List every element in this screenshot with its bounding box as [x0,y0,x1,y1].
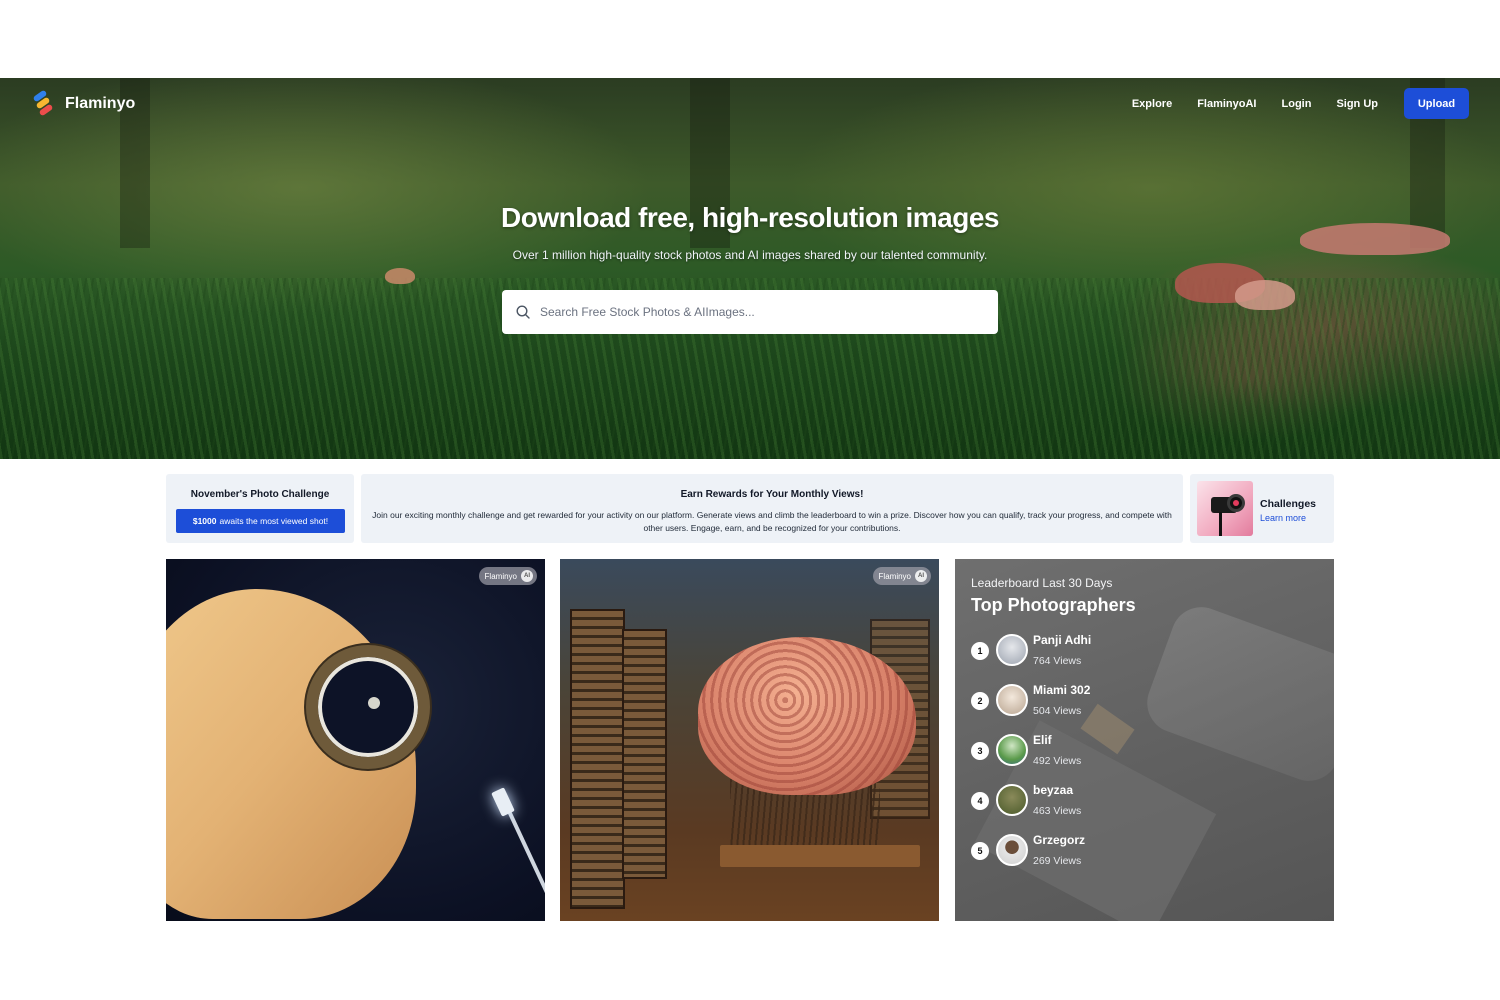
street-lamp-pole [506,808,545,921]
search-input[interactable] [540,305,980,319]
leaderboard-title: Top Photographers [971,595,1136,615]
avatar[interactable] [996,784,1028,816]
rewards-title: Earn Rewards for Your Monthly Views! [680,489,864,500]
photographer-views: 463 Views [1033,805,1082,817]
photographer-views: 504 Views [1033,705,1082,717]
camera-tripod [1219,512,1222,536]
brand-logo[interactable]: Flaminyo [31,89,136,118]
flaminyo-logo-icon [31,89,54,118]
wooden-table-photo-element [720,845,920,867]
pillow-background-element [1138,598,1334,790]
rank-badge: 4 [971,792,989,810]
photo-card-brain-server[interactable]: Flaminyo AI [560,559,939,921]
avatar[interactable] [996,834,1028,866]
nav-signup[interactable]: Sign Up [1336,98,1378,110]
avatar[interactable] [996,684,1028,716]
challenges-learn-more-link[interactable]: Learn more [1260,513,1306,523]
photo-challenge-card: November's Photo Challenge $1000 awaits … [166,474,354,543]
rank-badge: 5 [971,842,989,860]
nav-flaminyoai[interactable]: FlaminyoAI [1197,98,1256,110]
prize-text: awaits the most viewed shot! [219,516,329,526]
avatar[interactable] [996,734,1028,766]
badge-label: Flaminyo [878,571,911,581]
ai-icon: AI [915,570,927,582]
mushroom-cap [1235,280,1295,310]
photographer-name[interactable]: Miami 302 [1033,683,1090,697]
challenges-card[interactable]: Challenges Learn more [1190,474,1334,543]
server-rack [622,629,667,879]
search-bar[interactable] [502,290,998,334]
hero-banner: Flaminyo Explore FlaminyoAI Login Sign U… [0,78,1500,459]
photo-challenge-title: November's Photo Challenge [190,489,330,500]
badge-label: Flaminyo [484,571,517,581]
leaderboard-caption: Leaderboard Last 30 Days [971,576,1113,590]
leaderboard-card: Leaderboard Last 30 Days Top Photographe… [955,559,1334,921]
photographer-name[interactable]: beyzaa [1033,783,1073,797]
photographer-views: 764 Views [1033,655,1082,667]
rewards-card: Earn Rewards for Your Monthly Views! Joi… [361,474,1183,543]
photographer-name[interactable]: Grzegorz [1033,833,1085,847]
ai-icon: AI [521,570,533,582]
search-icon [516,305,530,319]
server-rack [570,609,625,909]
top-navigation: Explore FlaminyoAI Login Sign Up Upload [1132,88,1469,119]
camera-lens [1227,494,1245,512]
hero-subtitle: Over 1 million high-quality stock photos… [512,248,988,262]
rank-badge: 2 [971,692,989,710]
challenges-thumbnail [1197,481,1253,536]
photographer-views: 269 Views [1033,855,1082,867]
upload-button[interactable]: Upload [1404,88,1469,119]
tape-ring-photo-element [306,645,430,769]
prize-amount: $1000 [192,516,217,526]
flaminyo-ai-badge: Flaminyo AI [872,567,931,585]
photographer-name[interactable]: Elif [1033,733,1052,747]
avatar[interactable] [996,634,1028,666]
brand-name: Flaminyo [65,95,136,112]
nav-explore[interactable]: Explore [1132,98,1172,110]
rank-badge: 3 [971,742,989,760]
moon-photo-element [368,697,380,709]
mushroom-cap [385,268,415,284]
prize-button[interactable]: $1000 awaits the most viewed shot! [176,509,345,533]
challenges-title: Challenges [1260,498,1317,510]
nav-login[interactable]: Login [1282,98,1312,110]
hero-title: Download free, high-resolution images [501,202,1000,233]
street-lamp [491,787,515,817]
photo-card-ring-moon[interactable]: Flaminyo AI [166,559,545,921]
rewards-description: Join our exciting monthly challenge and … [372,510,1172,533]
rank-badge: 1 [971,642,989,660]
flaminyo-ai-badge: Flaminyo AI [478,567,537,585]
photographer-views: 492 Views [1033,755,1082,767]
photographer-name[interactable]: Panji Adhi [1033,633,1091,647]
